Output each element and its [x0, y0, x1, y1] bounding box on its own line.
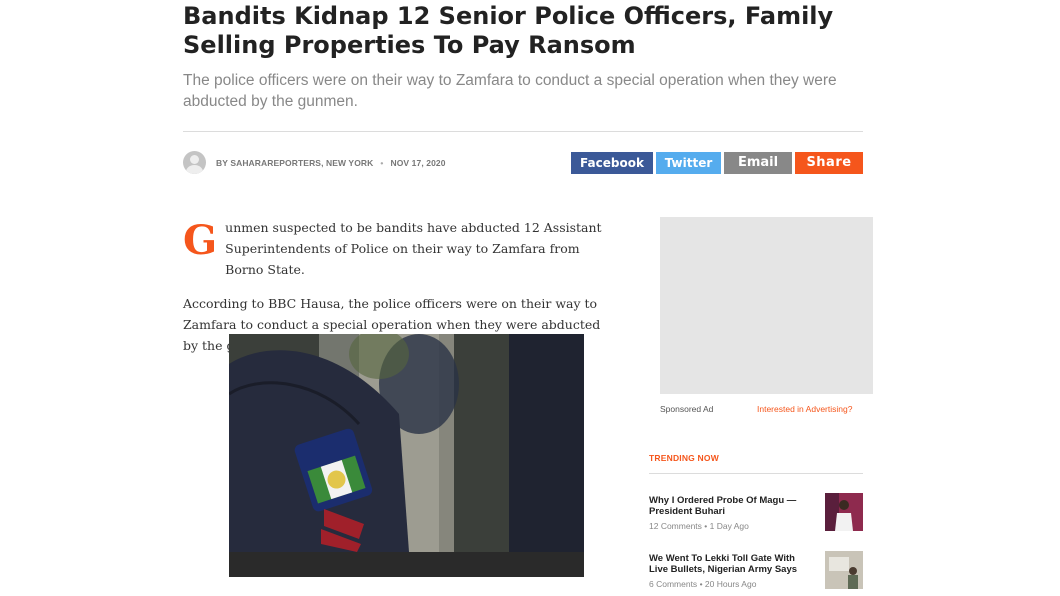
dropcap-letter: G	[183, 217, 218, 264]
trending-item-meta: 6 Comments • 20 Hours Ago	[649, 579, 756, 589]
trending-item-meta: 12 Comments • 1 Day Ago	[649, 521, 749, 531]
article-subheadline: The police officers were on their way to…	[183, 72, 837, 110]
publish-date: NOV 17, 2020	[390, 158, 446, 168]
advertising-link[interactable]: Interested in Advertising?	[757, 404, 852, 414]
avatar-shoulders-shape	[186, 165, 203, 174]
header-divider	[183, 131, 863, 132]
article-hero-image	[229, 334, 584, 577]
police-photo-illustration	[229, 334, 584, 577]
facebook-share-button[interactable]: Facebook	[571, 152, 653, 174]
time-ago: 20 Hours Ago	[704, 579, 757, 589]
article-paragraph-1: Gunmen suspected to be bandits have abdu…	[183, 217, 613, 280]
user-avatar-icon[interactable]	[183, 151, 206, 174]
photo-right-officer	[509, 334, 584, 552]
thumb-head	[849, 567, 857, 575]
time-ago: 1 Day Ago	[709, 521, 749, 531]
share-button[interactable]: Share	[795, 152, 863, 174]
thumbnail-image	[825, 551, 863, 589]
thumbnail-image	[825, 493, 863, 531]
trending-heading: TRENDING NOW	[649, 453, 719, 463]
article-headline: Bandits Kidnap 12 Senior Police Officers…	[183, 2, 834, 59]
twitter-share-button[interactable]: Twitter	[656, 152, 721, 174]
sponsored-label: Sponsored Ad	[660, 404, 714, 414]
thumb-head	[839, 500, 849, 510]
trending-item-thumbnail[interactable]	[825, 493, 863, 531]
trending-item-title[interactable]: We Went To Lekki Toll Gate With Live Bul…	[649, 553, 811, 575]
byline: BY SAHARAREPORTERS, NEW YORK • NOV 17, 202…	[216, 158, 446, 168]
thumb-uniform	[848, 575, 858, 589]
trending-divider	[649, 473, 863, 474]
trending-item-title[interactable]: Why I Ordered Probe Of Magu — President …	[649, 495, 811, 517]
thumb-screen	[829, 557, 849, 571]
byline-separator: •	[380, 158, 384, 168]
thumb-robe	[835, 513, 853, 531]
paragraph-1-text: unmen suspected to be bandits have abduc…	[225, 220, 602, 277]
comment-count[interactable]: 6 Comments	[649, 579, 697, 589]
meta-separator: •	[704, 521, 708, 531]
trending-item-thumbnail[interactable]	[825, 551, 863, 589]
sponsored-ad-placeholder[interactable]	[660, 217, 873, 394]
author-name[interactable]: BY SAHARAREPORTERS, NEW YORK	[216, 158, 373, 168]
email-share-button[interactable]: Email	[724, 152, 792, 174]
comment-count[interactable]: 12 Comments	[649, 521, 702, 531]
photo-caption-bar	[229, 552, 584, 577]
meta-separator: •	[699, 579, 703, 589]
avatar-head-shape	[190, 155, 199, 164]
